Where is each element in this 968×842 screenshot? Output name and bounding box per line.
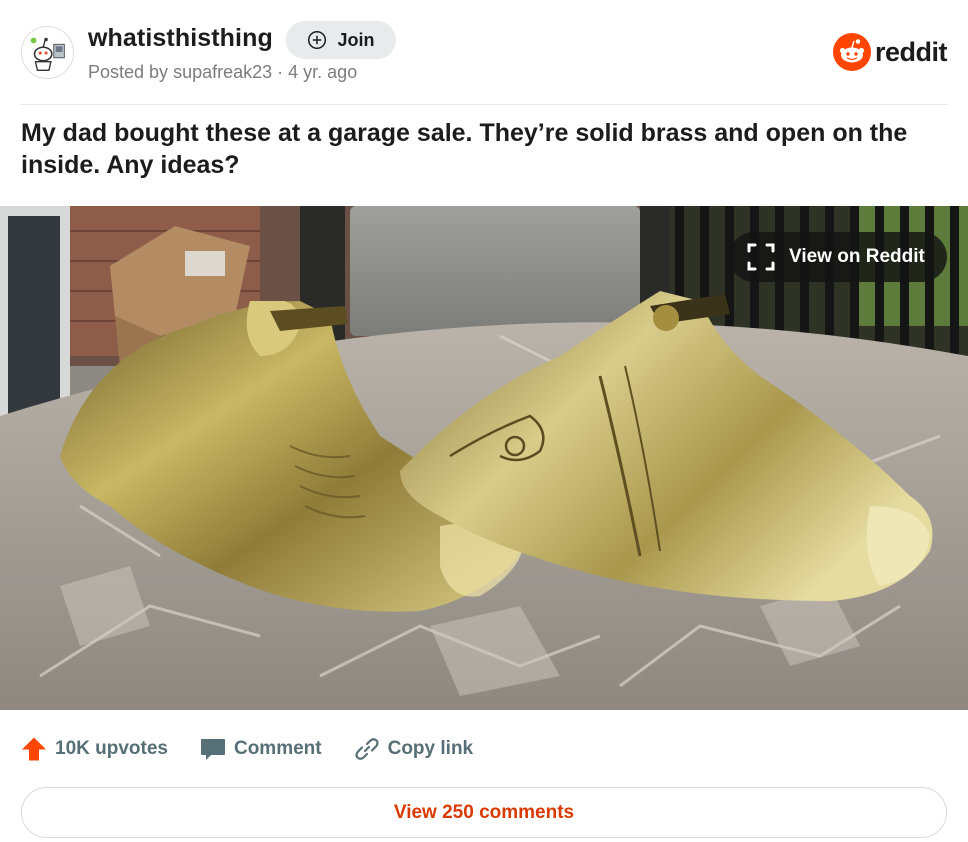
post-age: 4 yr. ago xyxy=(288,62,358,82)
link-icon xyxy=(355,738,379,760)
copy-link-label: Copy link xyxy=(387,738,474,759)
copy-link-button[interactable]: Copy link xyxy=(354,736,474,762)
header-divider xyxy=(21,104,947,105)
reddit-brand-link[interactable]: reddit xyxy=(832,33,948,71)
upvote-arrow-icon xyxy=(22,737,46,761)
comment-button[interactable]: Comment xyxy=(200,736,322,762)
post-header: whatisthisthing Join Posted by supafreak… xyxy=(0,0,968,104)
post-actions-bar: 10K upvotes Comment Copy link xyxy=(21,731,505,767)
author-link[interactable]: supafreak23 xyxy=(173,62,272,82)
reddit-logo-icon xyxy=(832,33,871,71)
posted-by-prefix: Posted by xyxy=(88,62,169,82)
post-meta: Posted by supafreak23 · 4 yr. ago xyxy=(88,62,358,82)
expand-icon xyxy=(747,243,775,271)
reddit-wordmark: reddit xyxy=(874,36,948,67)
view-comments-button[interactable]: View 250 comments xyxy=(21,787,947,838)
post-image[interactable]: View on Reddit xyxy=(0,206,968,710)
upvote-button[interactable]: 10K upvotes xyxy=(21,736,168,762)
view-on-reddit-button[interactable]: View on Reddit xyxy=(729,232,947,282)
comment-label: Comment xyxy=(233,738,322,759)
upvote-count: 10K upvotes xyxy=(55,738,168,759)
plus-circle-icon xyxy=(308,30,327,50)
subreddit-avatar-icon[interactable] xyxy=(21,26,74,79)
embedded-post-card: whatisthisthing Join Posted by supafreak… xyxy=(0,0,968,842)
post-title[interactable]: My dad bought these at a garage sale. Th… xyxy=(21,117,951,181)
join-button-label: Join xyxy=(337,29,375,50)
subreddit-name[interactable]: whatisthisthing xyxy=(88,24,273,53)
join-button[interactable]: Join xyxy=(286,21,396,59)
view-comments-label: View 250 comments xyxy=(393,801,575,823)
view-on-reddit-label: View on Reddit xyxy=(789,246,925,267)
comment-bubble-icon xyxy=(200,739,225,760)
